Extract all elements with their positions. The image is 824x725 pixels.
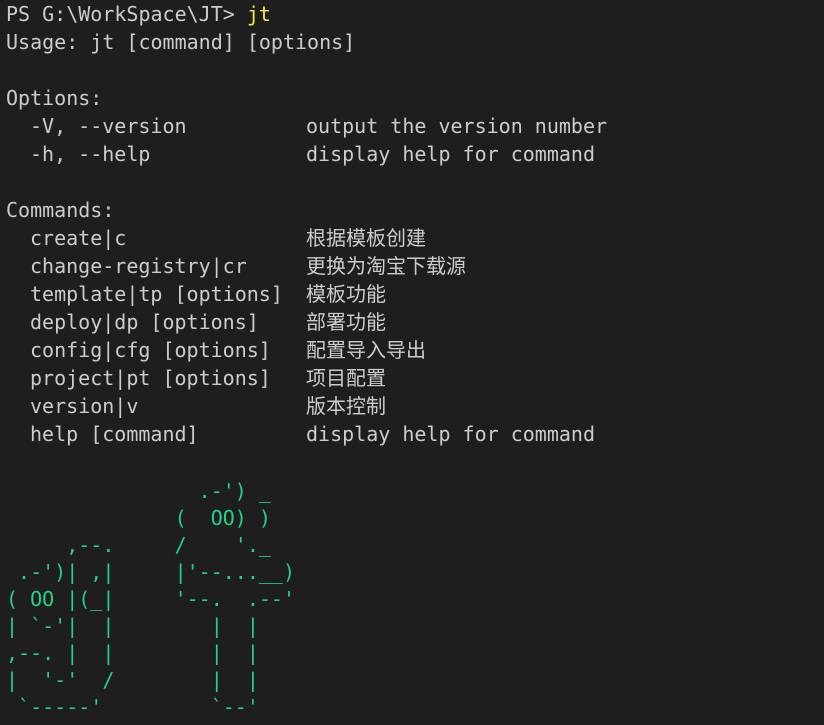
command-desc: 配置导入导出 (306, 338, 426, 362)
option-desc: output the version number (306, 114, 608, 138)
command-row: deploy|dp [options] 部署功能 (6, 308, 824, 336)
prompt-command: jt (246, 2, 271, 26)
option-desc: display help for command (306, 142, 595, 166)
command-desc: 项目配置 (306, 366, 386, 390)
command-name: create|c (30, 226, 127, 250)
prompt-path: PS G:\WorkSpace\JT> (6, 2, 247, 26)
command-desc: display help for command (306, 422, 595, 446)
command-row: create|c 根据模板创建 (6, 224, 824, 252)
command-row: config|cfg [options] 配置导入导出 (6, 336, 824, 364)
command-row: help [command] display help for command (6, 420, 824, 448)
command-desc: 部署功能 (306, 310, 386, 334)
command-name: config|cfg [options] (30, 338, 271, 362)
command-name: project|pt [options] (30, 366, 271, 390)
terminal-window[interactable]: PS G:\WorkSpace\JT> jt Usage: jt [comman… (0, 0, 824, 725)
ascii-art-logo: .-') _ ( OO) ) ,--. / '._ .-')| ,| |'--.… (6, 479, 295, 719)
option-flag: -V, --version (30, 114, 187, 138)
usage-line: Usage: jt [command] [options] (6, 30, 356, 54)
command-desc: 根据模板创建 (306, 226, 426, 250)
command-row: template|tp [options] 模板功能 (6, 280, 824, 308)
option-flag: -h, --help (30, 142, 151, 166)
option-row: -V, --version output the version number (6, 112, 824, 140)
command-row: change-registry|cr 更换为淘宝下载源 (6, 252, 824, 280)
command-desc: 版本控制 (306, 394, 386, 418)
command-name: version|v (30, 394, 139, 418)
command-name: change-registry|cr (30, 254, 247, 278)
command-name: help [command] (30, 422, 199, 446)
command-desc: 更换为淘宝下载源 (306, 254, 466, 278)
command-row: version|v 版本控制 (6, 392, 824, 420)
command-name: template|tp [options] (30, 282, 283, 306)
commands-header: Commands: (6, 198, 115, 222)
options-header: Options: (6, 86, 103, 110)
option-row: -h, --help display help for command (6, 140, 824, 168)
command-desc: 模板功能 (306, 282, 386, 306)
command-row: project|pt [options] 项目配置 (6, 364, 824, 392)
command-name: deploy|dp [options] (30, 310, 259, 334)
prompt-line: PS G:\WorkSpace\JT> jt (6, 0, 824, 28)
